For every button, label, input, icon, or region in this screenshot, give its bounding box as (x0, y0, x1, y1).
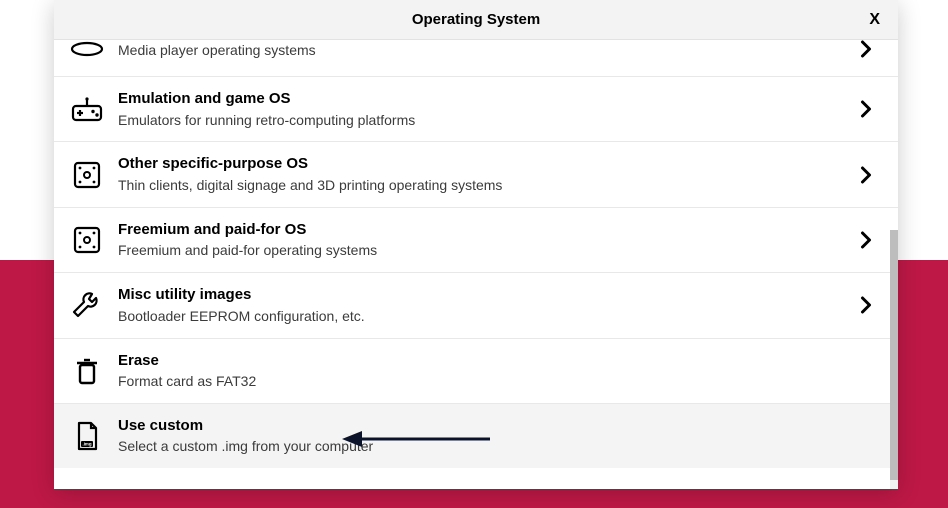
list-item-text: Misc utility images Bootloader EEPROM co… (110, 285, 854, 325)
svg-text:.img: .img (82, 442, 91, 447)
list-item-title: Freemium and paid-for OS (118, 220, 854, 240)
os-select-modal: Operating System X Media player operatin… (54, 0, 898, 489)
list-item-erase[interactable]: Erase Format card as FAT32 (54, 339, 898, 404)
modal-header: Operating System X (54, 0, 898, 40)
list-item-title: Erase (118, 351, 878, 371)
list-item-title: Emulation and game OS (118, 89, 854, 109)
list-item-desc: Freemium and paid-for operating systems (118, 241, 854, 260)
close-button[interactable]: X (869, 11, 880, 29)
chevron-right-icon (854, 296, 878, 314)
list-item-title: Use custom (118, 416, 878, 436)
list-item-misc-utility[interactable]: Misc utility images Bootloader EEPROM co… (54, 273, 898, 338)
list-item-text: Erase Format card as FAT32 (110, 351, 878, 391)
list-item-emulation[interactable]: Emulation and game OS Emulators for runn… (54, 77, 898, 142)
scrollbar-thumb[interactable] (890, 230, 898, 480)
media-icon (64, 40, 110, 68)
list-item-title: Other specific-purpose OS (118, 154, 854, 174)
die-icon (64, 221, 110, 259)
os-list: Media player operating systems (54, 40, 898, 468)
chevron-right-icon (854, 166, 878, 184)
list-item-desc: Bootloader EEPROM configuration, etc. (118, 307, 854, 326)
list-item[interactable]: Media player operating systems (54, 40, 898, 77)
list-item-text: Media player operating systems (110, 40, 854, 59)
wrench-icon (64, 286, 110, 324)
list-item-text: Emulation and game OS Emulators for runn… (110, 89, 854, 129)
die-icon (64, 156, 110, 194)
list-item-other-purpose[interactable]: Other specific-purpose OS Thin clients, … (54, 142, 898, 207)
list-item-desc: Media player operating systems (118, 41, 854, 60)
list-item-freemium[interactable]: Freemium and paid-for OS Freemium and pa… (54, 208, 898, 273)
list-item-use-custom[interactable]: .img Use custom Select a custom .img fro… (54, 404, 898, 468)
scroll-area: Media player operating systems (54, 40, 898, 489)
list-item-desc: Select a custom .img from your computer (118, 437, 878, 456)
chevron-right-icon (854, 40, 878, 58)
modal-title: Operating System (412, 11, 540, 28)
chevron-right-icon (854, 100, 878, 118)
list-item-desc: Format card as FAT32 (118, 372, 878, 391)
gamepad-icon (64, 90, 110, 128)
list-item-desc: Emulators for running retro-computing pl… (118, 111, 854, 130)
trash-icon (64, 352, 110, 390)
chevron-right-icon (854, 231, 878, 249)
list-item-desc: Thin clients, digital signage and 3D pri… (118, 176, 854, 195)
list-item-text: Other specific-purpose OS Thin clients, … (110, 154, 854, 194)
img-file-icon: .img (64, 417, 110, 455)
list-item-text: Freemium and paid-for OS Freemium and pa… (110, 220, 854, 260)
list-item-title: Misc utility images (118, 285, 854, 305)
list-item-text: Use custom Select a custom .img from you… (110, 416, 878, 456)
